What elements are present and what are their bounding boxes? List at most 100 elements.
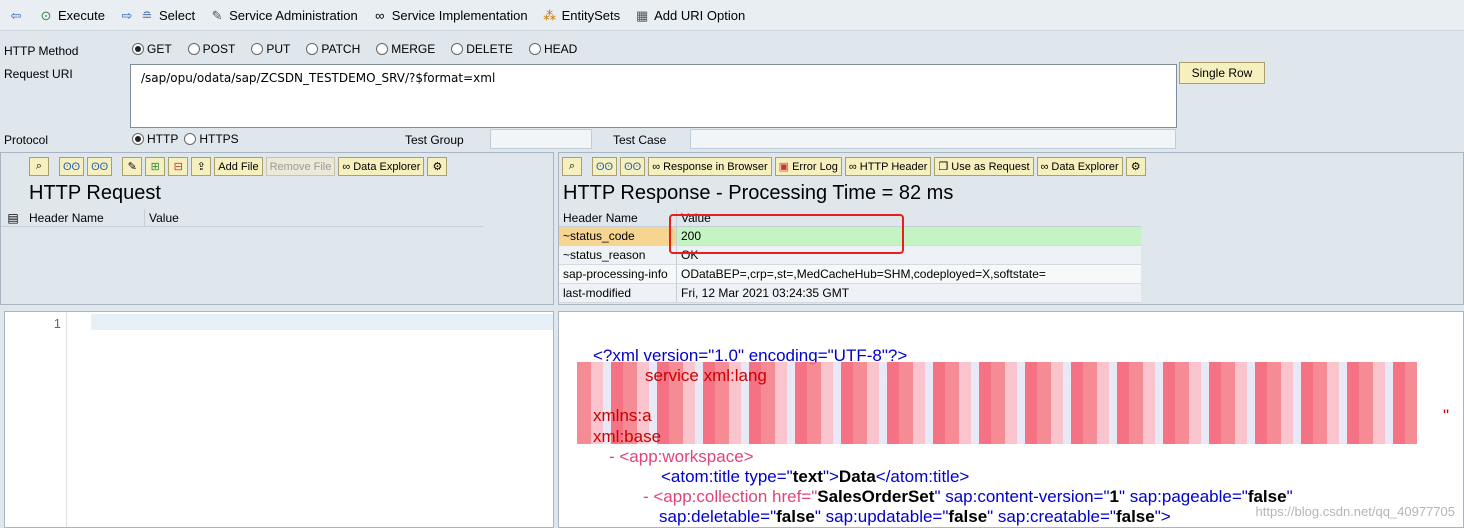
data-explorer-label: Data Explorer <box>1051 160 1119 173</box>
response-body-viewer[interactable]: <?xml version="1.0" encoding="UTF-8"?> s… <box>558 311 1464 528</box>
xml-base-partial: xml:base <box>593 427 662 446</box>
response-toolbar: ⌕ ʘʘ ʘʘ ∞ Response in Browser ▣ Error Log … <box>559 157 1463 176</box>
method-post-radio[interactable]: POST <box>187 42 235 56</box>
zoom-button[interactable]: ⌕ <box>562 157 582 176</box>
table-row[interactable]: sap-processing-info ODataBEP=,crp=,st=,M… <box>559 265 1141 284</box>
response-col-header-name[interactable]: Header Name <box>559 209 677 226</box>
edit-button[interactable]: ✎ <box>122 157 143 176</box>
radio-icon <box>528 43 541 55</box>
xml-upd-attr: " sap:updatable=" <box>814 507 949 526</box>
response-in-browser-button[interactable]: ∞ Response in Browser <box>648 157 772 176</box>
method-patch-radio[interactable]: PATCH <box>306 42 360 56</box>
insert-row-icon: ⊞ <box>150 161 160 173</box>
glasses-icon: ∞ <box>652 160 661 173</box>
line-number: 1 <box>53 316 61 331</box>
find-next-button[interactable]: ʘʘ <box>620 157 646 176</box>
method-put-radio[interactable]: PUT <box>251 42 290 56</box>
xml-coll-cv: " sap:content-version=" <box>934 487 1110 506</box>
protocol-http-radio[interactable]: HTTP <box>132 132 178 146</box>
select-button[interactable]: ⇨ ≘ Select <box>119 7 196 23</box>
response-title: HTTP Response - Processing Time = 82 ms <box>563 182 954 204</box>
execute-button[interactable]: ⊙ Execute <box>38 7 105 23</box>
find-button[interactable]: ʘʘ <box>592 157 618 176</box>
add-file-button[interactable]: Add File <box>214 157 263 176</box>
request-uri-label: Request URI <box>4 67 73 81</box>
response-in-browser-label: Response in Browser <box>663 160 768 173</box>
grid-config-icon[interactable]: ▤ <box>1 211 25 225</box>
request-uri-input[interactable]: /sap/opu/odata/sap/ZCSDN_TESTDEMO_SRV/?$… <box>130 64 1177 128</box>
find-next-button[interactable]: ʘʘ <box>87 157 113 176</box>
binoculars-next-icon: ʘʘ <box>624 160 642 173</box>
table-row[interactable]: last-modified Fri, 12 Mar 2021 03:24:35 … <box>559 284 1141 303</box>
data-explorer-button[interactable]: ∞ Data Explorer <box>1036 157 1123 176</box>
service-impl-button[interactable]: ∞ Service Implementation <box>372 7 527 23</box>
method-head-radio[interactable]: HEAD <box>528 42 577 56</box>
method-get-radio[interactable]: GET <box>132 42 172 56</box>
entitysets-button[interactable]: ⁂ EntitySets <box>542 7 621 23</box>
method-label: MERGE <box>391 42 436 56</box>
forward-arrow-icon: ⇨ <box>121 7 133 23</box>
settings-button[interactable]: ⚙ <box>1125 157 1146 176</box>
test-case-input[interactable] <box>690 129 1176 149</box>
test-group-input[interactable] <box>490 129 592 149</box>
service-admin-button[interactable]: ✎ Service Administration <box>209 7 358 23</box>
delete-row-button[interactable]: ⊟ <box>168 157 189 176</box>
back-button[interactable]: ⇦ <box>8 7 24 23</box>
header-name-cell: ~status_code <box>559 227 677 245</box>
xml-title-type: text <box>792 467 823 486</box>
settings-button[interactable]: ⚙ <box>427 157 448 176</box>
http-request-panel: ⌕ ʘʘ ʘʘ ✎ ⊞ ⊟ ⇪ Add File Remove File ∞ Da… <box>0 152 554 305</box>
radio-selected-icon <box>132 43 144 55</box>
xml-service-partial: service xml:lang <box>645 366 767 385</box>
back-arrow-icon: ⇦ <box>10 7 22 23</box>
find-button[interactable]: ʘʘ <box>59 157 85 176</box>
protocol-https-radio[interactable]: HTTPS <box>184 132 239 146</box>
method-merge-radio[interactable]: MERGE <box>376 42 435 56</box>
method-delete-radio[interactable]: DELETE <box>451 42 513 56</box>
request-body-editor[interactable]: 1 <box>4 311 554 528</box>
single-row-button[interactable]: Single Row <box>1179 62 1265 84</box>
method-label: GET <box>147 42 172 56</box>
xml-coll-prefix: - <app:collection href=" <box>643 487 818 506</box>
zoom-button[interactable]: ⌕ <box>29 157 49 176</box>
binoculars-next-icon: ʘʘ <box>91 160 109 173</box>
xml-del-attr: sap:deletable=" <box>659 507 777 526</box>
xml-workspace-line: - <app:workspace> <box>609 447 754 467</box>
entitysets-label: EntitySets <box>561 7 621 23</box>
insert-row-button[interactable]: ⊞ <box>145 157 166 176</box>
upload-button[interactable]: ⇪ <box>191 157 212 176</box>
header-value-cell: Fri, 12 Mar 2021 03:24:35 GMT <box>681 286 850 300</box>
uri-option-icon: ▦ <box>635 7 649 23</box>
data-explorer-label: Data Explorer <box>353 160 421 173</box>
current-line-highlight <box>91 314 553 330</box>
http-header-button[interactable]: ∞ HTTP Header <box>844 157 932 176</box>
request-col-value[interactable]: Value <box>145 209 483 226</box>
xml-title-value: Data <box>838 467 876 486</box>
error-log-button[interactable]: ▣ Error Log <box>774 157 842 176</box>
magnifier-icon: ⌕ <box>568 160 576 172</box>
binoculars-icon: ʘʘ <box>63 160 81 173</box>
database-icon: ≘ <box>141 7 153 23</box>
http-header-label: HTTP Header <box>859 160 928 173</box>
settings-icon: ⚙ <box>432 161 443 173</box>
glasses-icon: ∞ <box>848 160 857 173</box>
test-case-label: Test Case <box>613 133 667 147</box>
use-as-request-button[interactable]: ❐ Use as Request <box>934 157 1034 176</box>
test-group-label: Test Group <box>405 133 464 147</box>
remove-file-button[interactable]: Remove File <box>265 157 336 176</box>
main-toolbar: ⇦ ⊙ Execute ⇨ ≘ Select ✎ Service Administrat… <box>0 0 1464 31</box>
protocol-radios: HTTP HTTPS <box>132 132 239 146</box>
add-uri-option-button[interactable]: ▦ Add URI Option <box>634 7 745 23</box>
glasses-icon: ∞ <box>375 7 385 23</box>
xml-xmlns-end: " <box>1443 406 1450 425</box>
service-admin-label: Service Administration <box>229 7 358 23</box>
binoculars-icon: ʘʘ <box>596 160 614 173</box>
request-col-header-name[interactable]: Header Name <box>25 209 145 226</box>
delete-row-icon: ⊟ <box>173 161 183 173</box>
data-explorer-button[interactable]: ∞ Data Explorer <box>338 157 425 176</box>
method-label: PUT <box>266 42 291 56</box>
request-toolbar: ⌕ ʘʘ ʘʘ ✎ ⊞ ⊟ ⇪ Add File Remove File ∞ Da… <box>1 157 553 176</box>
copy-icon: ❐ <box>938 161 949 173</box>
radio-icon <box>187 43 200 55</box>
execute-icon: ⊙ <box>40 7 52 23</box>
